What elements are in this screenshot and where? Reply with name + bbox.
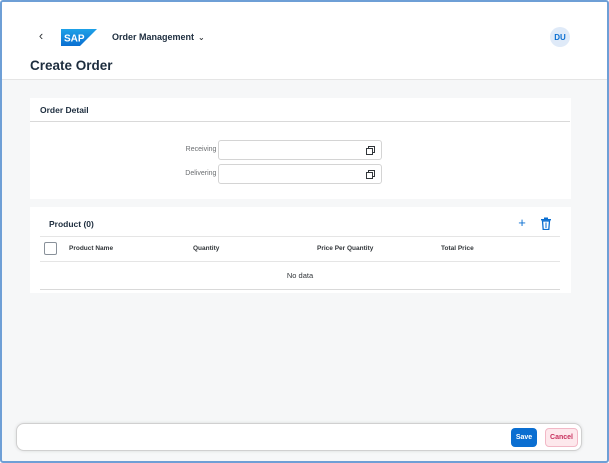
- receiving-plant-row: Receiving Plant:*: [30, 140, 571, 160]
- value-help-icon[interactable]: [366, 170, 375, 179]
- delivering-plant-row: Delivering Plant:*: [30, 164, 571, 184]
- save-button[interactable]: Save: [511, 428, 537, 447]
- page-header: Create Order: [2, 50, 607, 80]
- section-divider: [30, 121, 570, 122]
- delivering-plant-input[interactable]: [218, 164, 382, 184]
- user-avatar[interactable]: DU: [550, 27, 570, 47]
- app-window: ‹ SAP Order Management ⌄ DU Create Order…: [0, 0, 609, 463]
- column-total-price[interactable]: Total Price: [441, 245, 474, 252]
- shell-bar: ‹ SAP Order Management ⌄ DU: [2, 2, 607, 50]
- back-button[interactable]: ‹: [34, 26, 48, 44]
- select-all-checkbox[interactable]: [44, 242, 57, 255]
- chevron-down-icon: ⌄: [198, 32, 205, 42]
- table-empty-message: No data: [40, 262, 560, 290]
- cancel-button[interactable]: Cancel: [545, 428, 578, 447]
- page-title: Create Order: [30, 58, 113, 73]
- app-title-menu[interactable]: Order Management ⌄: [112, 32, 205, 42]
- app-title-text: Order Management: [112, 32, 195, 42]
- add-icon[interactable]: +: [515, 216, 529, 230]
- order-detail-title: Order Detail: [40, 105, 89, 115]
- sap-logo: SAP: [61, 29, 97, 46]
- receiving-plant-input[interactable]: [218, 140, 382, 160]
- sap-logo-text: SAP: [64, 34, 85, 45]
- delete-icon[interactable]: [540, 217, 552, 230]
- chevron-left-icon: ‹: [38, 27, 44, 43]
- footer-toolbar: Save Cancel: [16, 423, 582, 451]
- column-quantity[interactable]: Quantity: [193, 245, 219, 252]
- value-help-icon[interactable]: [366, 146, 375, 155]
- product-table-header: Product Name Quantity Price Per Quantity…: [40, 236, 560, 262]
- column-price-per-quantity[interactable]: Price Per Quantity: [317, 245, 373, 252]
- column-product-name[interactable]: Product Name: [69, 245, 113, 252]
- order-detail-section: Order Detail Receiving Plant:* Deliverin…: [30, 98, 571, 199]
- product-title: Product (0): [49, 219, 94, 229]
- product-section: Product (0) + Product Name Quantity Pric…: [30, 207, 571, 293]
